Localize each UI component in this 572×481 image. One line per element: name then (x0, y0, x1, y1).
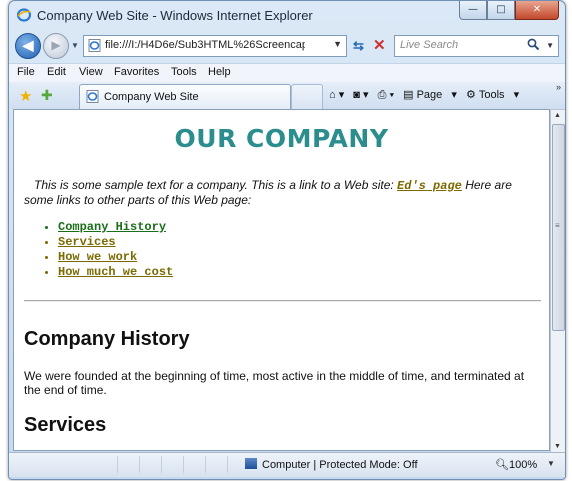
eds-page-link[interactable]: Ed's page (397, 179, 462, 193)
how-much-we-cost-link[interactable]: How much we cost (58, 265, 173, 279)
address-input[interactable]: file:///I:/H4D6e/Sub3HTML%26Screencaps (105, 39, 305, 51)
address-bar[interactable]: file:///I:/H4D6e/Sub3HTML%26Screencaps ▼ (83, 35, 347, 57)
back-button[interactable]: ◀ (15, 33, 41, 59)
zoom-text: 100% (508, 459, 538, 471)
grip-icon: ≡ (555, 221, 560, 230)
status-segment (117, 456, 136, 473)
page-icon (88, 39, 101, 52)
new-tab-button[interactable] (291, 84, 323, 110)
section-heading-company-history: Company History (24, 328, 190, 350)
close-button[interactable]: ✕ (515, 1, 559, 20)
add-favorites-icon[interactable]: ✚ (41, 87, 53, 104)
menu-favorites[interactable]: Favorites (114, 66, 159, 78)
zoom-dropdown-icon[interactable]: ▼ (547, 459, 555, 468)
title-bar[interactable]: Company Web Site - Windows Internet Expl… (9, 1, 565, 29)
list-item: Company History (58, 220, 173, 235)
refresh-icon[interactable]: ⇆ (353, 38, 364, 54)
forward-button[interactable]: ▶ (43, 33, 69, 59)
vertical-scrollbar[interactable]: ▲ ≡ ▼ (550, 109, 565, 453)
list-item: Services (58, 235, 173, 250)
menu-bar: File Edit View Favorites Tools Help (9, 63, 565, 83)
navigation-bar: ◀ ▶ ▼ file:///I:/H4D6e/Sub3HTML%26Screen… (9, 31, 565, 61)
page-icon (86, 90, 99, 103)
search-box[interactable]: Live Search ▼ (394, 35, 559, 57)
tools-menu-label: Tools (478, 89, 505, 101)
section-links-list: Company History Services How we work How… (40, 220, 173, 280)
horizontal-rule (24, 300, 541, 302)
tab-company-web-site[interactable]: Company Web Site (79, 84, 291, 110)
browser-window: Company Web Site - Windows Internet Expl… (8, 0, 566, 480)
search-icon[interactable] (527, 38, 540, 51)
maximize-button[interactable]: □ (487, 1, 515, 20)
home-icon[interactable]: ⌂ ▾ (329, 88, 344, 101)
page-content: OUR COMPANY This is some sample text for… (13, 109, 550, 451)
status-segment (139, 456, 158, 473)
how-we-work-link[interactable]: How we work (58, 250, 137, 264)
history-dropdown-icon[interactable]: ▼ (71, 41, 79, 50)
list-item: How much we cost (58, 265, 173, 280)
favorites-star-icon[interactable]: ★ (19, 87, 32, 105)
security-zone-text: Computer | Protected Mode: Off (262, 459, 418, 471)
print-icon[interactable]: ⎙ ▾ (378, 89, 394, 102)
security-zone[interactable]: Computer | Protected Mode: Off (245, 458, 418, 471)
feeds-icon[interactable]: ◙ ▾ (353, 88, 368, 101)
menu-view[interactable]: View (79, 66, 103, 78)
menu-edit[interactable]: Edit (47, 66, 66, 78)
search-input[interactable]: Live Search (400, 39, 458, 51)
tools-menu-button[interactable]: ⚙ Tools ▾ (466, 88, 519, 101)
scroll-down-icon[interactable]: ▼ (554, 443, 561, 450)
status-bar: Computer | Protected Mode: Off 🔍︎100% ▼ (9, 452, 565, 477)
company-history-paragraph: We were founded at the beginning of time… (24, 369, 525, 397)
search-dropdown-icon[interactable]: ▼ (546, 41, 554, 50)
stop-icon[interactable]: ✕ (373, 36, 386, 54)
tab-label: Company Web Site (104, 91, 199, 103)
ie-logo-icon (17, 8, 31, 22)
status-segment (227, 456, 246, 473)
status-segment (161, 456, 180, 473)
minimize-button[interactable]: — (459, 1, 487, 20)
intro-text: This is some sample text for a company. … (34, 178, 398, 192)
status-segment (205, 456, 224, 473)
services-link[interactable]: Services (58, 235, 116, 249)
zoom-level[interactable]: 🔍︎100% (495, 458, 537, 471)
scroll-up-icon[interactable]: ▲ (554, 112, 561, 119)
address-dropdown-icon[interactable]: ▼ (333, 39, 342, 49)
menu-tools[interactable]: Tools (171, 66, 197, 78)
menu-help[interactable]: Help (208, 66, 231, 78)
scroll-thumb[interactable]: ≡ (552, 124, 565, 331)
intro-paragraph: This is some sample text for a company. … (24, 178, 544, 207)
status-segment (183, 456, 202, 473)
command-bar: ⌂ ▾ ◙ ▾ ⎙ ▾ ▤ Page ▾ ⚙ Tools ▾ (329, 88, 525, 102)
page-menu-button[interactable]: ▤ Page ▾ (403, 88, 457, 101)
page-menu-label: Page (416, 89, 443, 101)
list-item: How we work (58, 250, 173, 265)
computer-icon (245, 458, 257, 469)
chevron-right-icon[interactable]: » (556, 82, 561, 92)
section-heading-services: Services (24, 414, 107, 436)
menu-file[interactable]: File (17, 66, 35, 78)
company-history-link[interactable]: Company History (58, 220, 166, 234)
tab-bar: ★ ✚ Company Web Site ⌂ ▾ ◙ ▾ ⎙ ▾ ▤ Page … (9, 82, 565, 110)
page-title: OUR COMPANY (174, 124, 389, 153)
window-title: Company Web Site - Windows Internet Expl… (37, 8, 313, 23)
